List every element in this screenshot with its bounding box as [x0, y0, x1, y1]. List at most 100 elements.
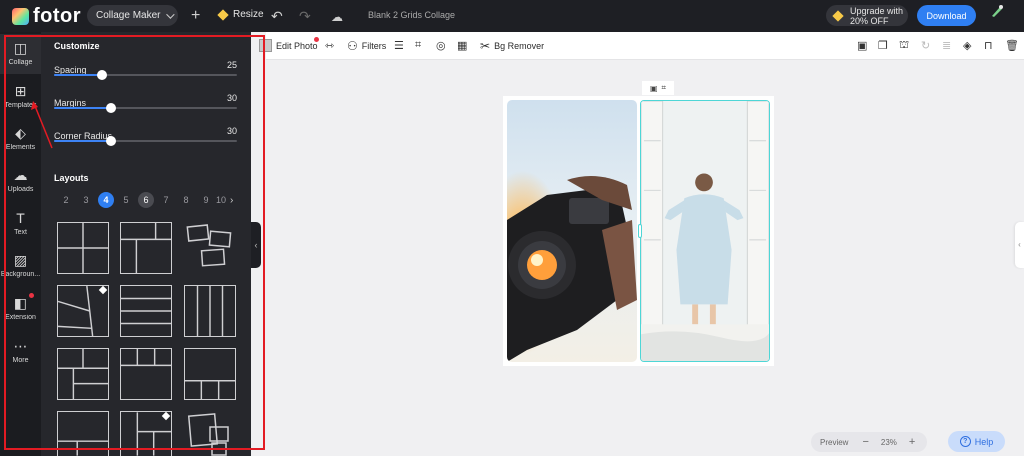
sidebar-item-templates[interactable]: ⊞ Templates — [0, 77, 41, 117]
mode-dropdown[interactable]: Collage Maker — [87, 5, 178, 26]
layout-count-9[interactable]: 9 — [196, 193, 216, 207]
filters-button[interactable]: ⚇ Filters — [347, 39, 386, 53]
preview-button[interactable]: Preview — [820, 438, 848, 447]
layout-tile[interactable] — [120, 222, 172, 274]
lock-icon[interactable]: ⊓ — [984, 39, 993, 52]
crop-icon[interactable]: ⌗ — [662, 83, 667, 93]
margins-slider[interactable] — [54, 103, 237, 113]
templates-icon: ⊞ — [14, 83, 27, 99]
extension-icon: ◧ — [13, 295, 28, 311]
reset-icon[interactable]: ↻ — [921, 39, 930, 52]
slider-handle[interactable] — [96, 70, 107, 80]
sidebar-item-label: Uploads — [7, 186, 34, 193]
corner-radius-slider[interactable] — [54, 136, 237, 146]
layout-count-8[interactable]: 8 — [176, 193, 196, 207]
sidebar-item-background[interactable]: ▨ Backgroun... — [0, 246, 41, 286]
premium-diamond-icon — [832, 9, 844, 22]
edit-photo-button[interactable]: Edit Photo — [259, 39, 318, 52]
bg-remover-button[interactable]: ✂ Bg Remover — [480, 39, 544, 53]
resize-button[interactable]: Resize — [217, 8, 264, 21]
filters-icon: ⚇ — [347, 39, 358, 53]
layout-tile[interactable] — [120, 285, 172, 337]
customize-panel: Customize Spacing 25 Margins 30 Corner R… — [41, 32, 251, 456]
avatar[interactable] — [990, 4, 1004, 18]
customize-title: Customize — [54, 41, 100, 51]
flip-icon[interactable]: ⇿ — [325, 39, 334, 52]
zoom-out-button[interactable]: − — [862, 436, 868, 448]
bg-remover-label: Bg Remover — [494, 41, 545, 51]
collage-cell-right[interactable] — [640, 100, 770, 362]
layers-icon[interactable]: ◈ — [963, 39, 971, 52]
chevron-down-icon — [166, 9, 176, 19]
chevron-left-icon: ‹ — [254, 240, 258, 250]
layout-tile[interactable] — [57, 222, 109, 274]
layout-tile[interactable] — [184, 411, 236, 456]
sidebar-item-uploads[interactable]: ☁ Uploads — [0, 161, 41, 201]
collage-cell-left[interactable] — [507, 100, 637, 362]
slider-fill — [54, 140, 111, 142]
layout-count-6[interactable]: 6 — [138, 192, 154, 208]
sidebar-item-text[interactable]: T Text — [0, 204, 41, 244]
text-icon: T — [16, 210, 25, 226]
spacing-slider[interactable] — [54, 70, 237, 80]
add-icon[interactable]: + — [191, 7, 200, 25]
cloud-save-icon[interactable]: ☁ — [331, 8, 343, 26]
chevron-right-icon[interactable]: › — [230, 195, 233, 206]
layout-count-2[interactable]: 2 — [56, 193, 76, 207]
undo-icon[interactable]: ↶ — [271, 7, 283, 25]
layout-tile[interactable] — [120, 348, 172, 400]
layout-tile[interactable] — [57, 285, 109, 337]
download-button[interactable]: Download — [917, 5, 976, 26]
align-icon[interactable]: ≣ — [942, 39, 951, 52]
layout-tile[interactable] — [57, 348, 109, 400]
shape-mask-icon[interactable]: ◎ — [436, 39, 446, 52]
upgrade-button[interactable]: Upgrade with 20% OFF — [826, 5, 908, 26]
replace-image-icon[interactable]: ▣ — [857, 39, 867, 52]
help-button[interactable]: ? Help — [948, 431, 1005, 452]
layout-count-7[interactable]: 7 — [156, 193, 176, 207]
corner-radius-slider-row: Corner Radius 30 — [54, 126, 237, 146]
collapse-panel-button[interactable]: ‹ — [251, 222, 261, 268]
sidebar-item-extension[interactable]: ◧ Extension — [0, 289, 41, 329]
expand-right-panel-button[interactable]: ‹ — [1015, 222, 1024, 268]
divider-handle[interactable] — [638, 224, 642, 238]
fotor-logo[interactable]: fotor — [12, 5, 81, 27]
user-avatar-icon — [992, 5, 1003, 17]
premium-diamond-icon — [217, 8, 229, 21]
sidebar-item-more[interactable]: ⋯ More — [0, 332, 41, 372]
fotor-logo-icon — [12, 7, 29, 25]
filters-label: Filters — [361, 41, 387, 51]
sidebar-item-elements[interactable]: ⬖ Elements — [0, 119, 41, 159]
cell-tools: ▣ ⌗ — [642, 81, 674, 95]
layout-count-4[interactable]: 4 — [98, 192, 114, 208]
collage-icon: ◫ — [13, 40, 28, 56]
layout-tile[interactable] — [120, 411, 172, 456]
layout-count-5[interactable]: 5 — [116, 193, 136, 207]
sidebar-item-collage[interactable]: ◫ Collage — [0, 34, 41, 74]
replace-image-icon[interactable]: ▣ — [650, 84, 658, 93]
layout-count-selector: 2 3 4 5 6 7 8 9 10 — [56, 192, 226, 208]
sidebar-item-label: Elements — [5, 144, 36, 151]
layout-tile[interactable] — [184, 222, 236, 274]
redo-icon[interactable]: ↷ — [299, 7, 311, 25]
stamp-icon[interactable]: ⛫ — [899, 39, 909, 53]
trash-icon[interactable]: 🗑 — [1005, 39, 1019, 52]
document-title[interactable]: Blank 2 Grids Collage — [368, 10, 455, 20]
slider-handle[interactable] — [105, 103, 116, 113]
layout-tile[interactable] — [184, 348, 236, 400]
layout-tile[interactable] — [57, 411, 109, 456]
margins-slider-row: Margins 30 — [54, 93, 237, 113]
crop-icon[interactable]: ⌗ — [415, 39, 421, 52]
slider-handle[interactable] — [105, 136, 116, 146]
sidebar-item-label: Text — [14, 229, 27, 236]
duplicate-icon[interactable]: ❐ — [878, 39, 888, 52]
help-label: Help — [974, 436, 994, 447]
adjust-icon[interactable]: ☰ — [394, 39, 404, 52]
slider-value: 25 — [226, 60, 237, 70]
layout-tile[interactable] — [184, 285, 236, 337]
zoom-in-button[interactable]: + — [909, 436, 915, 448]
layout-count-3[interactable]: 3 — [76, 193, 96, 207]
layout-count-10[interactable]: 10 — [216, 193, 226, 207]
transparency-icon[interactable]: ▦ — [457, 39, 467, 52]
zoom-level[interactable]: 23% — [881, 438, 897, 447]
